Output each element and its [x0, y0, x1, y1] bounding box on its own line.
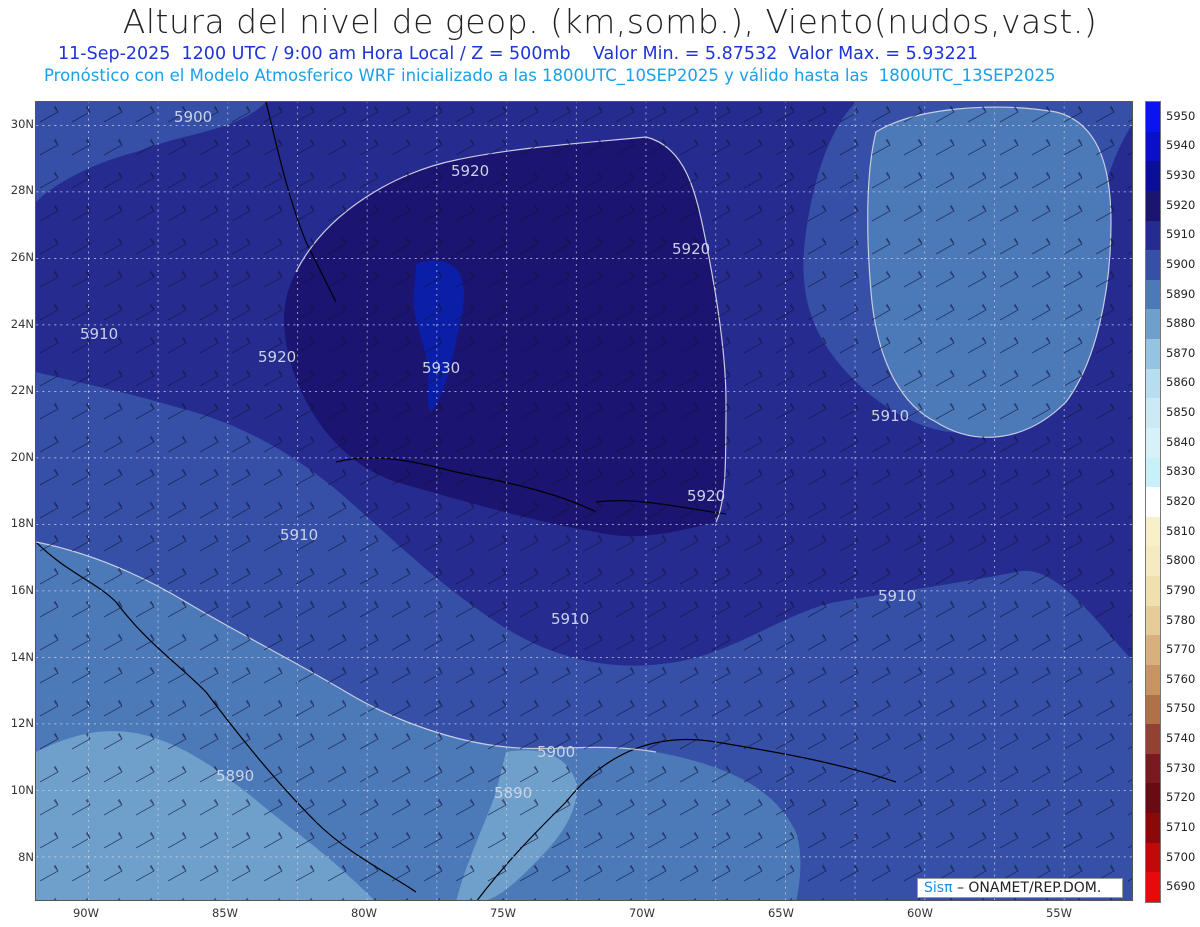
map-title: Altura del nivel de geop. (km,somb.), Vi… [122, 2, 1098, 41]
colorbar-segment [1146, 220, 1160, 251]
lat-label: 10N [10, 783, 34, 797]
contour-label: 5890 [216, 767, 255, 785]
lat-label: 24N [10, 317, 34, 331]
lat-label: 28N [10, 183, 34, 197]
contour-label: 5910 [280, 526, 319, 544]
contour-label: 5900 [537, 743, 576, 761]
lat-label: 14N [10, 650, 34, 664]
contour-label: 5910 [878, 587, 917, 605]
colorbar-segment [1146, 753, 1160, 784]
colorbar-segment [1146, 842, 1160, 873]
colorbar-segment [1146, 131, 1160, 162]
lat-label: 16N [10, 583, 34, 597]
colorbar-level-label: 5850 [1166, 405, 1196, 420]
colorbar-segment [1146, 872, 1160, 902]
lon-label: 75W [489, 906, 516, 920]
contour-label: 5930 [422, 359, 461, 377]
colorbar-level-label: 5810 [1166, 523, 1196, 538]
contour-label: 5920 [451, 162, 490, 180]
colorbar-level-label: 5740 [1166, 731, 1196, 746]
lon-label: 65W [767, 906, 794, 920]
colorbar-level-label: 5910 [1166, 227, 1196, 242]
colorbar-segment [1146, 309, 1160, 339]
colorbar-segment [1146, 516, 1160, 547]
colorbar-level-label: 5800 [1166, 553, 1196, 568]
colorbar-segment [1146, 398, 1160, 428]
colorbar-level-label: 5730 [1166, 760, 1196, 775]
colorbar-level-label: 5760 [1166, 671, 1196, 686]
colorbar-segment [1146, 487, 1160, 517]
colorbar-level-label: 5860 [1166, 375, 1196, 390]
credit-box: Sisπ – ONAMET/REP.DOM. [917, 878, 1123, 898]
colorbar-segment [1146, 546, 1160, 576]
colorbar-segment [1146, 783, 1160, 813]
contour-label: 5920 [258, 348, 297, 366]
lat-label: 18N [10, 516, 34, 530]
contour-label: 5920 [672, 240, 711, 258]
graticule-layer [36, 102, 1132, 900]
colorbar-segment [1146, 427, 1160, 458]
lat-label: 20N [10, 450, 34, 464]
colorbar-segment [1146, 576, 1160, 606]
lon-label: 70W [628, 906, 655, 920]
contour-label: 5920 [687, 487, 726, 505]
contour-label: 5900 [174, 108, 213, 126]
lat-label: 22N [10, 383, 34, 397]
contour-label: 5910 [80, 325, 119, 343]
colorbar-segment [1146, 635, 1160, 665]
lon-label: 80W [350, 906, 377, 920]
colorbar-level-label: 5870 [1166, 345, 1196, 360]
lat-label: 26N [10, 250, 34, 264]
colorbar-level-label: 5890 [1166, 286, 1196, 301]
colorbar-segment [1146, 250, 1160, 280]
lat-label: 12N [10, 716, 34, 730]
colorbar-segment [1146, 368, 1160, 399]
colorbar-segment [1146, 724, 1160, 754]
contour-label: 5910 [551, 610, 590, 628]
colorbar-level-label: 5820 [1166, 494, 1196, 508]
colorbar-level-label: 5840 [1166, 434, 1196, 449]
colorbar-level-label: 5700 [1166, 849, 1196, 864]
colorbar-segment [1146, 694, 1160, 725]
colorbar-level-label: 5770 [1166, 642, 1196, 657]
lon-label: 60W [906, 906, 933, 920]
lon-label: 85W [211, 906, 238, 920]
colorbar-level-label: 5880 [1166, 316, 1196, 331]
colorbar-level-label: 5790 [1166, 582, 1196, 597]
map-subtitle-model-info: Pronóstico con el Modelo Atmosferico WRF… [44, 66, 1056, 85]
colorbar-segment [1146, 102, 1160, 132]
colorbar-level-label: 5950 [1166, 108, 1196, 123]
colorbar-segment [1146, 279, 1160, 310]
colorbar-level-label: 5720 [1166, 790, 1196, 805]
colorbar-level-label: 5930 [1166, 168, 1196, 183]
colorbar-level-label: 5940 [1166, 138, 1196, 153]
colorbar-segment [1146, 339, 1160, 369]
colorbar-level-label: 5750 [1166, 701, 1196, 716]
colorbar-segment [1146, 813, 1160, 843]
colorbar-segment [1146, 161, 1160, 191]
lon-label: 55W [1045, 906, 1072, 920]
lat-label: 30N [10, 117, 34, 131]
map-subtitle-valid-time: 11-Sep-2025 1200 UTC / 9:00 am Hora Loca… [58, 44, 978, 64]
colorbar-level-label: 5710 [1166, 819, 1196, 834]
colorbar-level-label: 5690 [1166, 879, 1196, 894]
geopotential-map [36, 102, 1132, 900]
colorbar [1145, 101, 1161, 903]
contour-label: 5890 [494, 784, 533, 802]
credit-brand: Sisπ [924, 880, 953, 896]
map-panel: 5900 5920 5920 5910 5920 5930 5910 5920 … [35, 101, 1133, 901]
colorbar-level-label: 5920 [1166, 197, 1196, 212]
lon-label: 90W [72, 906, 99, 920]
credit-text: – ONAMET/REP.DOM. [956, 880, 1102, 896]
colorbar-segment [1146, 664, 1160, 695]
colorbar-segment [1146, 457, 1160, 488]
colorbar-segment [1146, 190, 1160, 221]
colorbar-level-label: 5830 [1166, 464, 1196, 479]
lat-label: 8N [18, 850, 34, 864]
colorbar-level-label: 5900 [1166, 256, 1196, 271]
colorbar-segment [1146, 605, 1160, 636]
colorbar-level-label: 5780 [1166, 612, 1196, 627]
contour-label: 5910 [871, 407, 910, 425]
